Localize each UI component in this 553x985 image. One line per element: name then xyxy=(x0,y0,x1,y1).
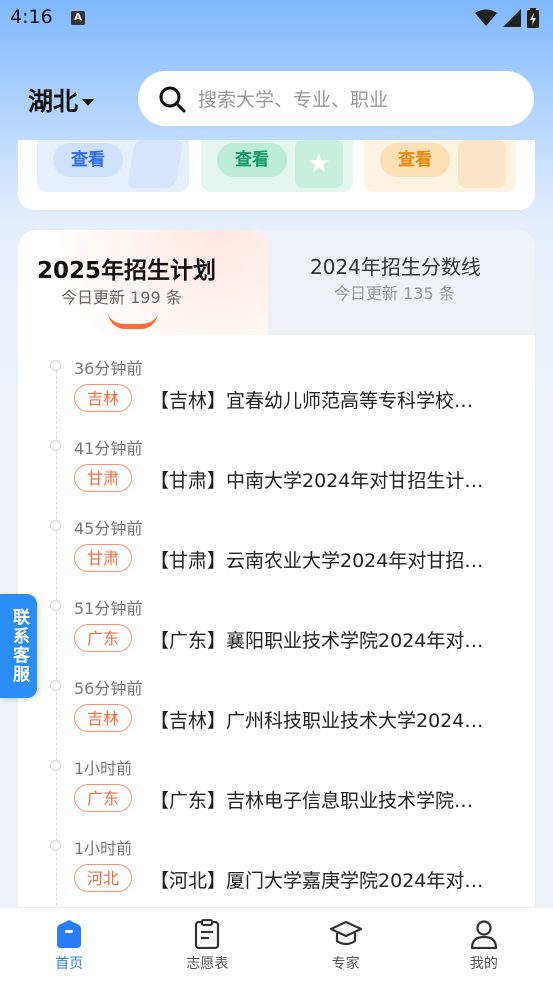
list-item[interactable]: 41分钟前 甘肃 【甘肃】中南大学2024年对甘招生计… xyxy=(18,428,535,508)
nav-item-experts[interactable]: 专家 xyxy=(277,908,415,985)
bottom-nav: 首页 志愿表 专家 我的 xyxy=(0,907,553,985)
star-icon: ★ xyxy=(295,140,343,188)
timeline-dot xyxy=(50,840,61,851)
tab-enrollment-plan-title: 2025年招生计划 xyxy=(37,258,217,284)
view-button-1[interactable]: 查看 xyxy=(53,143,123,177)
list-item[interactable]: 1小时前 河北 【河北】厦门大学嘉庚学院2024年对… xyxy=(18,828,535,908)
signal-icon xyxy=(503,9,521,27)
item-time: 51分钟前 xyxy=(74,599,143,618)
quick-card-3[interactable]: 查看 xyxy=(364,140,516,192)
clipboard-icon xyxy=(195,919,220,949)
tab-score-lines-title: 2024年招生分数线 xyxy=(310,255,481,279)
province-tag: 甘肃 xyxy=(74,464,132,492)
list-item[interactable]: 36分钟前 吉林 【吉林】宜春幼儿师范高等专科学校… xyxy=(18,348,535,428)
timeline-dot xyxy=(50,600,61,611)
item-time: 36分钟前 xyxy=(74,359,143,378)
search-bar[interactable]: 搜索大学、专业、职业 xyxy=(138,71,534,126)
nav-item-application-form[interactable]: 志愿表 xyxy=(138,908,276,985)
battery-icon xyxy=(527,8,539,28)
nav-label: 首页 xyxy=(55,956,84,972)
timeline-dot xyxy=(50,680,61,691)
view-button-2[interactable]: 查看 xyxy=(217,143,287,177)
header: 湖北 搜索大学、专业、职业 xyxy=(0,70,553,126)
card-illustration-icon xyxy=(458,140,506,188)
nav-item-home[interactable]: 首页 xyxy=(0,908,138,985)
feed-tabs: 2025年招生计划 今日更新 199 条 2024年招生分数线 今日更新 135… xyxy=(18,230,535,335)
item-title[interactable]: 【河北】厦门大学嘉庚学院2024年对… xyxy=(150,866,515,893)
admission-feed-panel: 2025年招生计划 今日更新 199 条 2024年招生分数线 今日更新 135… xyxy=(18,230,535,930)
status-bar: 4:16 A xyxy=(0,0,553,38)
card-illustration-icon xyxy=(126,140,184,188)
item-title[interactable]: 【甘肃】中南大学2024年对甘招生计… xyxy=(150,466,515,493)
item-title[interactable]: 【甘肃】云南农业大学2024年对甘招… xyxy=(150,546,515,573)
tab-score-lines-subtitle: 今日更新 135 条 xyxy=(334,284,455,303)
status-time: 4:16 xyxy=(10,6,53,28)
search-icon xyxy=(159,86,186,112)
quick-cards-panel: 查看 查看 ★ 查看 xyxy=(18,140,535,210)
list-item[interactable]: 51分钟前 广东 【广东】襄阳职业技术学院2024年对… xyxy=(18,588,535,668)
item-time: 1小时前 xyxy=(74,759,133,778)
nav-label: 我的 xyxy=(469,956,498,972)
item-time: 41分钟前 xyxy=(74,439,143,458)
province-tag: 广东 xyxy=(74,784,132,812)
item-time: 56分钟前 xyxy=(74,679,143,698)
nav-label: 专家 xyxy=(331,956,360,972)
list-item[interactable]: 45分钟前 甘肃 【甘肃】云南农业大学2024年对甘招… xyxy=(18,508,535,588)
region-label: 湖北 xyxy=(28,87,79,116)
province-tag: 吉林 xyxy=(74,704,132,732)
search-placeholder: 搜索大学、专业、职业 xyxy=(198,89,389,111)
timeline-dot xyxy=(50,440,61,451)
quick-card-1[interactable]: 查看 xyxy=(37,140,189,192)
province-tag: 河北 xyxy=(74,864,132,892)
graduation-cap-icon xyxy=(329,920,362,946)
item-title[interactable]: 【吉林】广州科技职业技术大学2024… xyxy=(150,706,515,733)
timeline-dot xyxy=(50,520,61,531)
list-item[interactable]: 56分钟前 吉林 【吉林】广州科技职业技术大学2024… xyxy=(18,668,535,748)
item-time: 45分钟前 xyxy=(74,519,143,538)
view-button-3[interactable]: 查看 xyxy=(380,143,450,177)
province-tag: 广东 xyxy=(74,624,132,652)
home-icon xyxy=(57,920,82,948)
item-time: 1小时前 xyxy=(74,839,133,858)
caret-down-icon xyxy=(82,98,95,106)
item-title[interactable]: 【广东】襄阳职业技术学院2024年对… xyxy=(150,626,515,653)
timeline-list: 36分钟前 吉林 【吉林】宜春幼儿师范高等专科学校… 41分钟前 甘肃 【甘肃】… xyxy=(18,348,535,930)
user-icon xyxy=(470,920,497,949)
wifi-icon xyxy=(475,9,497,26)
province-tag: 甘肃 xyxy=(74,544,132,572)
province-tag: 吉林 xyxy=(74,384,132,412)
item-title[interactable]: 【广东】吉林电子信息职业技术学院… xyxy=(150,786,515,813)
list-item[interactable]: 1小时前 广东 【广东】吉林电子信息职业技术学院… xyxy=(18,748,535,828)
nav-label: 志愿表 xyxy=(186,956,229,972)
timeline-dot xyxy=(50,360,61,371)
timeline-dot xyxy=(50,760,61,771)
contact-service-button[interactable]: 联系客服 xyxy=(0,594,37,698)
notification-a-icon: A xyxy=(71,11,85,25)
tab-enrollment-plan-subtitle: 今日更新 199 条 xyxy=(61,288,182,307)
region-selector[interactable]: 湖北 xyxy=(28,82,95,118)
quick-card-2[interactable]: 查看 ★ xyxy=(201,140,353,192)
item-title[interactable]: 【吉林】宜春幼儿师范高等专科学校… xyxy=(150,386,515,413)
nav-item-profile[interactable]: 我的 xyxy=(415,908,553,985)
